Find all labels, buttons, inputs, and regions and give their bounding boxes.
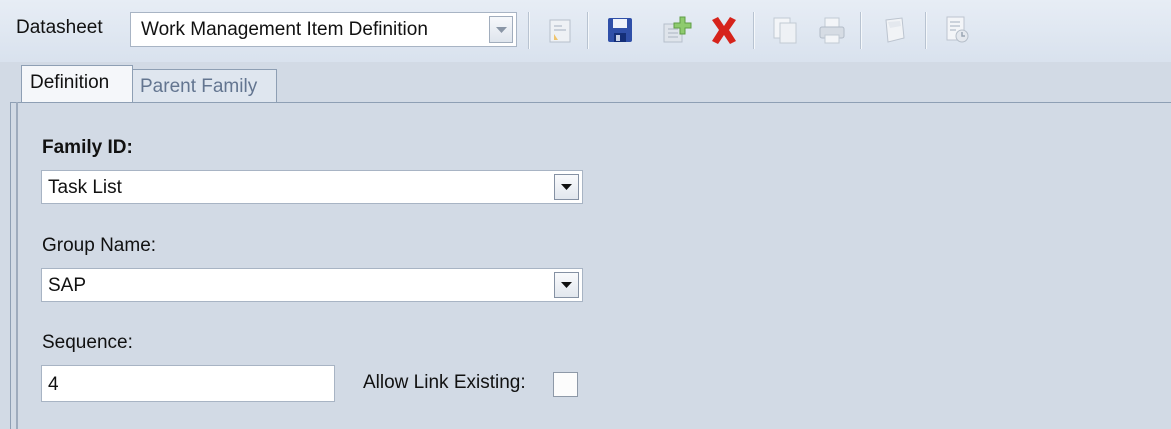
chevron-down-icon [496, 27, 507, 33]
group-name-value: SAP [48, 275, 87, 296]
toolbar-separator [925, 12, 927, 49]
delete-icon[interactable] [708, 14, 740, 46]
add-icon[interactable] [660, 14, 692, 46]
family-id-label: Family ID: [42, 137, 133, 158]
toolbar-separator [528, 12, 530, 49]
datasheet-label: Datasheet [16, 17, 103, 38]
query-icon[interactable] [544, 14, 576, 46]
datasheet-select-value: Work Management Item Definition [141, 19, 428, 40]
datasheet-dropdown-button[interactable] [489, 16, 513, 43]
datasheet-select[interactable]: Work Management Item Definition [130, 12, 517, 47]
chevron-down-icon [561, 184, 572, 190]
group-name-select[interactable]: SAP [41, 268, 583, 302]
sequence-input[interactable]: 4 [41, 365, 335, 402]
save-icon[interactable] [604, 14, 636, 46]
group-name-dropdown-button[interactable] [554, 272, 579, 298]
tab-definition[interactable]: Definition [21, 65, 133, 102]
datasheet-toolbar: Datasheet Work Management Item Definitio… [0, 0, 1171, 62]
family-id-select[interactable]: Task List [41, 170, 583, 204]
report-icon[interactable] [941, 14, 973, 46]
family-id-value: Task List [48, 177, 122, 198]
family-id-dropdown-button[interactable] [554, 174, 579, 200]
toolbar-separator [860, 12, 862, 49]
sequence-label: Sequence: [42, 332, 133, 353]
print-icon[interactable] [816, 14, 848, 46]
group-name-label: Group Name: [42, 235, 157, 256]
allow-link-existing-checkbox[interactable] [553, 372, 578, 397]
toolbar-separator [753, 12, 755, 49]
panel-divider [16, 102, 18, 429]
allow-link-existing-label: Allow Link Existing: [363, 372, 526, 393]
chevron-down-icon [561, 282, 572, 288]
copy-icon[interactable] [769, 14, 801, 46]
note-icon[interactable] [878, 14, 910, 46]
toolbar-separator [587, 12, 589, 49]
tab-parent-family[interactable]: Parent Family [131, 69, 277, 103]
